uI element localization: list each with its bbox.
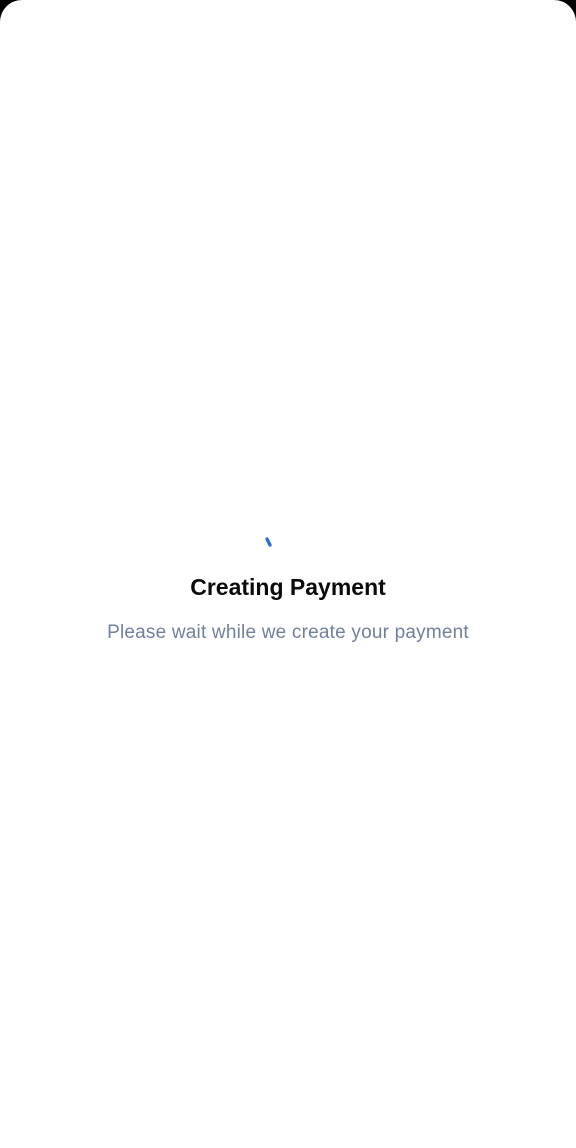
payment-loading-screen: Creating Payment Please wait while we cr… [0, 0, 576, 1148]
status-title: Creating Payment [190, 574, 386, 600]
loading-spinner-icon [265, 537, 272, 547]
status-message: Please wait while we create your payment [107, 622, 469, 643]
